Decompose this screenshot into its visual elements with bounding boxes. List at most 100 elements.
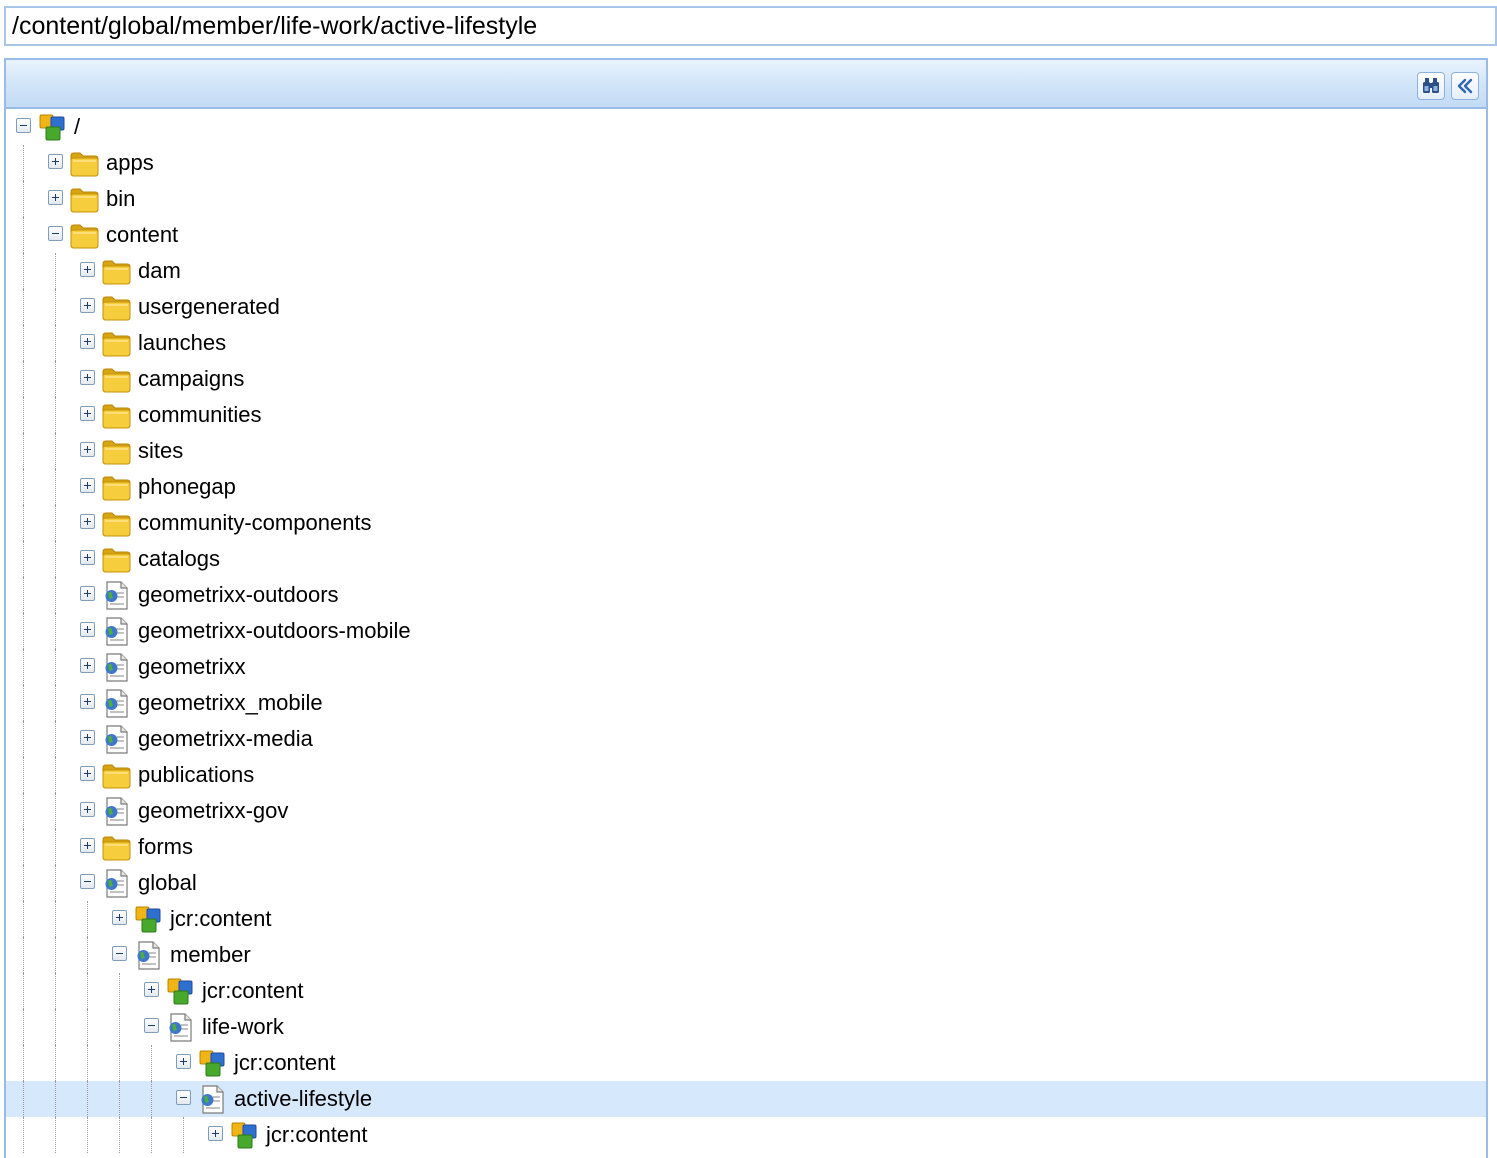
tree-node[interactable]: sites [6, 433, 1486, 469]
expand-toggle-icon[interactable] [80, 406, 95, 421]
node-icon [231, 1122, 257, 1149]
expand-toggle-icon[interactable] [144, 982, 159, 997]
tree-guide-line [23, 541, 24, 577]
tree-node[interactable]: global [6, 865, 1486, 901]
tree-guide-line [151, 1045, 152, 1081]
collapse-toggle-icon[interactable] [112, 946, 127, 961]
expand-toggle-icon[interactable] [208, 1126, 223, 1141]
expand-toggle-icon[interactable] [80, 586, 95, 601]
tree-node-label[interactable]: publications [138, 757, 254, 793]
collapse-toggle-icon[interactable] [80, 874, 95, 889]
tree-node-label[interactable]: usergenerated [138, 289, 280, 325]
tree-node-label[interactable]: forms [138, 829, 193, 865]
tree-node-label[interactable]: sites [138, 433, 183, 469]
expand-toggle-icon[interactable] [80, 658, 95, 673]
tree-node[interactable]: forms [6, 829, 1486, 865]
tree-node[interactable]: jcr:content [6, 901, 1486, 937]
expand-toggle-icon[interactable] [80, 298, 95, 313]
expand-toggle-icon[interactable] [112, 910, 127, 925]
expand-toggle-icon[interactable] [48, 154, 63, 169]
tree-node[interactable]: / [6, 109, 1486, 145]
tree-node[interactable]: content [6, 217, 1486, 253]
tree-node-label[interactable]: jcr:content [266, 1117, 368, 1153]
tree-node[interactable]: jcr:content [6, 1117, 1486, 1153]
tree-node[interactable]: communities [6, 397, 1486, 433]
tree-node-label[interactable]: geometrixx_mobile [138, 685, 323, 721]
tree-guide-line [23, 865, 24, 901]
tree-guide-line [55, 433, 56, 469]
tree-node-label[interactable]: life-work [202, 1009, 284, 1045]
tree-node[interactable]: active-lifestyle [6, 1081, 1486, 1117]
tree-node-label[interactable]: geometrixx-outdoors-mobile [138, 613, 411, 649]
tree-node-label[interactable]: / [74, 109, 80, 145]
tree-node[interactable]: dam [6, 253, 1486, 289]
expand-toggle-icon[interactable] [48, 190, 63, 205]
collapse-toggle-icon[interactable] [176, 1090, 191, 1105]
tree-node[interactable]: phonegap [6, 469, 1486, 505]
tree-node-label[interactable]: geometrixx [138, 649, 246, 685]
expand-toggle-icon[interactable] [80, 262, 95, 277]
tree-node[interactable]: jcr:content [6, 1045, 1486, 1081]
tree-node[interactable]: geometrixx-media [6, 721, 1486, 757]
tree-node[interactable]: catalogs [6, 541, 1486, 577]
expand-toggle-icon[interactable] [80, 370, 95, 385]
tree-node[interactable]: geometrixx-gov [6, 793, 1486, 829]
tree-node[interactable]: publications [6, 757, 1486, 793]
tree-node-label[interactable]: global [138, 865, 197, 901]
tree-node[interactable]: bin [6, 181, 1486, 217]
expand-toggle-icon[interactable] [80, 838, 95, 853]
expand-toggle-icon[interactable] [80, 478, 95, 493]
tree-guide-line [23, 1117, 24, 1153]
tree-node-label[interactable]: launches [138, 325, 226, 361]
tree-node-label[interactable]: community-components [138, 505, 372, 541]
tree-node-label[interactable]: catalogs [138, 541, 220, 577]
tree-node-label[interactable]: campaigns [138, 361, 244, 397]
tree-guide-line [23, 217, 24, 253]
expand-toggle-icon[interactable] [80, 766, 95, 781]
tree-node[interactable]: community-components [6, 505, 1486, 541]
tree-node-label[interactable]: dam [138, 253, 181, 289]
tree-node-label[interactable]: member [170, 937, 251, 973]
expand-toggle-icon[interactable] [80, 514, 95, 529]
tree-node[interactable]: life-work [6, 1009, 1486, 1045]
tree-node-label[interactable]: phonegap [138, 469, 236, 505]
expand-toggle-icon[interactable] [80, 694, 95, 709]
tree-node-label[interactable]: bin [106, 181, 135, 217]
collapse-toggle-icon[interactable] [144, 1018, 159, 1033]
expand-toggle-icon[interactable] [80, 442, 95, 457]
tree-node[interactable]: geometrixx-outdoors [6, 577, 1486, 613]
expand-toggle-icon[interactable] [80, 730, 95, 745]
expand-toggle-icon[interactable] [80, 334, 95, 349]
folder-icon [70, 224, 99, 249]
expand-toggle-icon[interactable] [80, 550, 95, 565]
expand-toggle-icon[interactable] [176, 1054, 191, 1069]
tree-node-label[interactable]: geometrixx-outdoors [138, 577, 339, 613]
tree-node[interactable]: geometrixx-outdoors-mobile [6, 613, 1486, 649]
find-button[interactable] [1417, 72, 1445, 100]
tree-node-label[interactable]: geometrixx-gov [138, 793, 288, 829]
tree-node[interactable]: campaigns [6, 361, 1486, 397]
tree-node-label[interactable]: communities [138, 397, 261, 433]
tree-node-label[interactable]: apps [106, 145, 154, 181]
page-icon [105, 581, 128, 610]
expand-toggle-icon[interactable] [80, 622, 95, 637]
tree-node-label[interactable]: jcr:content [170, 901, 272, 937]
tree-node-label[interactable]: jcr:content [234, 1045, 336, 1081]
tree-guide-line [87, 1045, 88, 1081]
tree-node[interactable]: member [6, 937, 1486, 973]
tree-node[interactable]: geometrixx [6, 649, 1486, 685]
tree-node[interactable]: jcr:content [6, 973, 1486, 1009]
path-field[interactable]: /content/global/member/life-work/active-… [4, 6, 1497, 46]
tree-node[interactable]: launches [6, 325, 1486, 361]
tree-node-label[interactable]: geometrixx-media [138, 721, 313, 757]
tree-node-label[interactable]: content [106, 217, 178, 253]
tree-node-label[interactable]: jcr:content [202, 973, 304, 1009]
collapse-panel-button[interactable] [1451, 72, 1479, 100]
tree-node[interactable]: apps [6, 145, 1486, 181]
collapse-toggle-icon[interactable] [48, 226, 63, 241]
expand-toggle-icon[interactable] [80, 802, 95, 817]
collapse-toggle-icon[interactable] [16, 118, 31, 133]
tree-node-label[interactable]: active-lifestyle [234, 1081, 372, 1117]
tree-node[interactable]: geometrixx_mobile [6, 685, 1486, 721]
tree-node[interactable]: usergenerated [6, 289, 1486, 325]
